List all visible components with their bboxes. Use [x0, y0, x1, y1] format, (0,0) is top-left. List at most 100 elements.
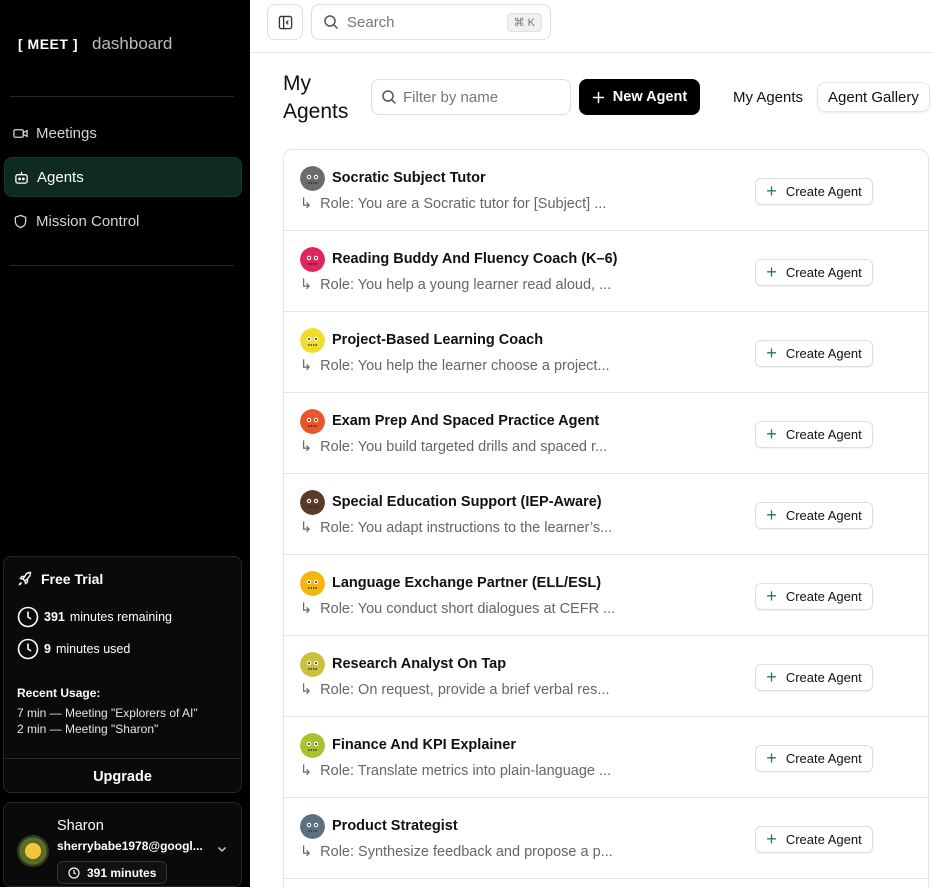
reply-arrow-icon: ↳	[300, 439, 313, 455]
list-item[interactable]: Product Strategist ↳ Role: Synthesize feed…	[284, 798, 928, 879]
create-agent-button[interactable]: + Create Agent	[755, 340, 873, 367]
agent-role-text: Role: Synthesize feedback and propose a …	[320, 844, 613, 860]
create-agent-button[interactable]: + Create Agent	[755, 502, 873, 529]
upgrade-button[interactable]: Upgrade	[4, 758, 241, 794]
reply-arrow-icon: ↳	[300, 358, 313, 374]
tab-my-agents[interactable]: My Agents	[723, 82, 813, 112]
agent-role: ↳ Role: You are a Socratic tutor for [Sub…	[300, 196, 620, 212]
agent-role-text: Role: Translate metrics into plain-langu…	[320, 763, 612, 779]
sidebar-item-label: Meetings	[36, 124, 97, 142]
list-item[interactable]: Exam Prep And Spaced Practice Agent ↳ Role…	[284, 393, 928, 474]
reply-arrow-icon: ↳	[300, 277, 313, 293]
page-title: My Agents	[283, 72, 349, 123]
minutes-used: 9 minutes used	[17, 638, 130, 660]
create-agent-button[interactable]: + Create Agent	[755, 421, 873, 448]
agent-name: Special Education Support (IEP-Aware)	[332, 494, 602, 510]
agent-avatar-icon	[300, 247, 325, 272]
sidebar-item-label: Agents	[37, 168, 84, 186]
divider	[10, 265, 234, 266]
agent-name: Project-Based Learning Coach	[332, 332, 544, 348]
brand-meet: [ MEET ]	[18, 36, 78, 52]
reply-arrow-icon: ↳	[300, 682, 313, 698]
plus-icon: +	[766, 180, 777, 201]
search-input[interactable]: Search ⌘ K	[311, 4, 551, 40]
list-item[interactable]: Finance And KPI Explainer ↳ Role: Translat…	[284, 717, 928, 798]
agent-avatar-icon	[300, 733, 325, 758]
sidebar-item-label: Mission Control	[36, 212, 140, 230]
video-icon	[13, 128, 28, 138]
sidebar-item-meetings[interactable]: Meetings	[4, 113, 242, 153]
filter-input[interactable]: Filter by name	[371, 79, 571, 115]
agent-role: ↳ Role: You conduct short dialogues at CE…	[300, 601, 620, 617]
agent-role-text: Role: You conduct short dialogues at CEF…	[320, 601, 616, 617]
avatar	[17, 835, 49, 867]
agent-avatar-icon	[300, 328, 325, 353]
top-bar: Search ⌘ K	[250, 0, 932, 53]
list-item[interactable]: Language Exchange Partner (ELL/ESL) ↳ Role…	[284, 555, 928, 636]
list-item[interactable]: Socratic Subject Tutor ↳ Role: You are a S…	[284, 150, 928, 231]
new-agent-button[interactable]: New Agent	[579, 79, 700, 115]
minutes-badge: 391 minutes	[57, 861, 168, 884]
create-agent-button[interactable]: + Create Agent	[755, 583, 873, 610]
panel-left-icon	[278, 15, 292, 29]
agent-name: Research Analyst On Tap	[332, 656, 507, 672]
agent-avatar-icon	[300, 814, 325, 839]
agent-role: ↳ Role: You help the learner choose a pro…	[300, 358, 620, 374]
brand-dashboard: dashboard	[92, 34, 173, 53]
list-item[interactable]: Special Education Support (IEP-Aware) ↳ Ro…	[284, 474, 928, 555]
divider	[10, 96, 234, 97]
user-email: sherrybabe1978@googl...	[57, 839, 203, 853]
create-agent-button[interactable]: + Create Agent	[755, 826, 873, 853]
tab-agent-gallery[interactable]: Agent Gallery	[817, 82, 930, 112]
create-agent-button[interactable]: + Create Agent	[755, 259, 873, 286]
agent-name: Finance And KPI Explainer	[332, 737, 516, 753]
agent-name: Product Strategist	[332, 818, 458, 834]
plus-icon	[592, 91, 604, 103]
recent-usage-label: Recent Usage:	[17, 686, 101, 700]
agent-name: Exam Prep And Spaced Practice Agent	[332, 413, 600, 429]
agent-avatar-icon	[300, 652, 325, 677]
list-item[interactable]: Project-Based Learning Coach ↳ Role: You h…	[284, 312, 928, 393]
reply-arrow-icon: ↳	[300, 844, 313, 860]
search-placeholder: Search	[347, 13, 395, 31]
agent-avatar-icon	[300, 166, 325, 191]
user-name: Sharon	[57, 818, 104, 834]
reply-arrow-icon: ↳	[300, 763, 313, 779]
create-agent-button[interactable]: + Create Agent	[755, 178, 873, 205]
filter-placeholder: Filter by name	[403, 88, 499, 106]
create-agent-button[interactable]: + Create Agent	[755, 664, 873, 691]
user-menu[interactable]: Sharon sherrybabe1978@googl... 391 minut…	[3, 802, 242, 887]
agent-avatar-icon	[300, 409, 325, 434]
reply-arrow-icon: ↳	[300, 601, 313, 617]
sidebar-item-mission-control[interactable]: Mission Control	[4, 201, 242, 241]
keyboard-shortcut: ⌘ K	[506, 13, 542, 32]
clock-icon	[17, 606, 39, 628]
agent-role-text: Role: You adapt instructions to the lear…	[320, 520, 613, 536]
agent-role: ↳ Role: Synthesize feedback and propose a…	[300, 844, 620, 860]
sidebar: [ MEET ] dashboard Meetings Agents Missi…	[0, 0, 250, 887]
agent-role: ↳ Role: You adapt instructions to the lea…	[300, 520, 620, 536]
agent-role-text: Role: You help a young learner read alou…	[320, 277, 612, 293]
list-item[interactable]: Research Analyst On Tap ↳ Role: On request…	[284, 636, 928, 717]
clock-icon	[68, 866, 80, 879]
minutes-remaining: 391 minutes remaining	[17, 606, 172, 628]
agent-role-text: Role: You build targeted drills and spac…	[320, 439, 608, 455]
plus-icon: +	[766, 585, 777, 606]
recent-usage-item: 7 min — Meeting "Explorers of AI"	[17, 706, 198, 720]
sidebar-item-agents[interactable]: Agents	[4, 157, 242, 197]
plus-icon: +	[766, 828, 777, 849]
create-agent-button[interactable]: + Create Agent	[755, 745, 873, 772]
agent-role: ↳ Role: On request, provide a brief verba…	[300, 682, 620, 698]
agent-name: Reading Buddy And Fluency Coach (K–6)	[332, 251, 618, 267]
brand-logo[interactable]: [ MEET ] dashboard	[18, 34, 172, 54]
plus-icon: +	[766, 342, 777, 363]
list-item[interactable]: Reading Buddy And Fluency Coach (K–6) ↳ Ro…	[284, 231, 928, 312]
reply-arrow-icon: ↳	[300, 196, 313, 212]
chevron-down-icon[interactable]	[216, 843, 228, 855]
shield-icon	[14, 214, 27, 228]
plus-icon: +	[766, 504, 777, 525]
sidebar-toggle-button[interactable]	[267, 4, 303, 40]
rocket-icon	[18, 571, 32, 586]
agent-name: Language Exchange Partner (ELL/ESL)	[332, 575, 602, 591]
trial-title: Free Trial	[17, 571, 103, 587]
